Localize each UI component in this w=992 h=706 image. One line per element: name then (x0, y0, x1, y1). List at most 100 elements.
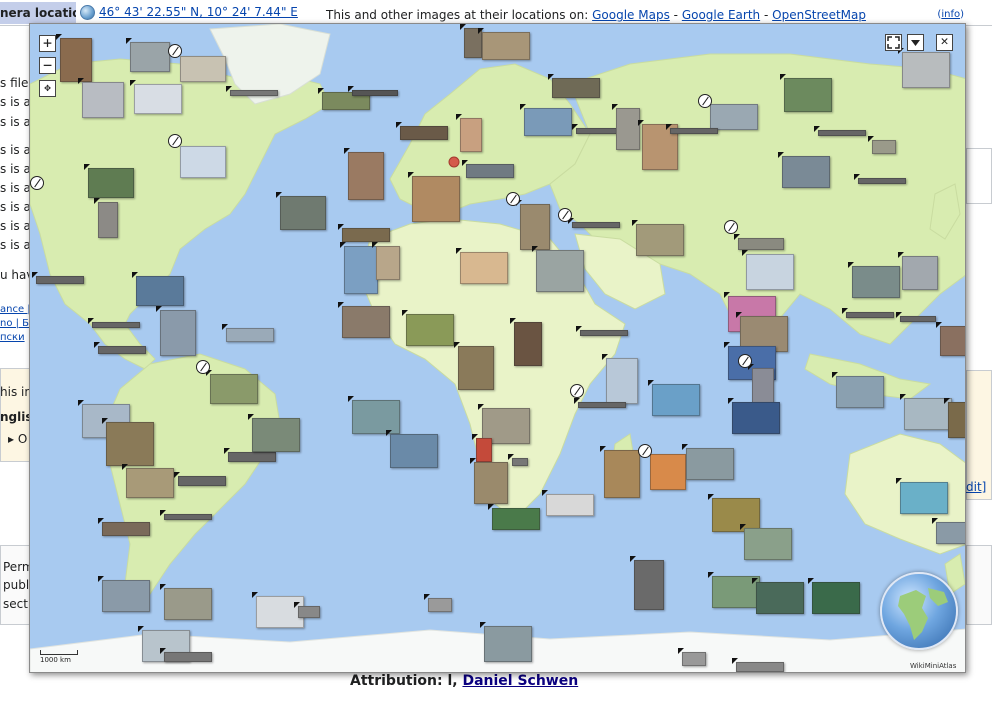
pan-button[interactable]: ✥ (39, 80, 56, 97)
photo-thumbnail[interactable] (898, 252, 938, 290)
photo-thumbnail[interactable] (646, 450, 686, 490)
photo-thumbnail[interactable] (778, 152, 830, 188)
photo-thumbnail[interactable] (532, 246, 584, 292)
photo-thumbnail[interactable] (372, 242, 400, 280)
photo-thumbnail[interactable] (752, 578, 804, 614)
photo-thumbnail[interactable] (932, 518, 965, 544)
photo-thumbnail[interactable] (896, 312, 936, 322)
compass-marker-icon[interactable] (570, 384, 584, 398)
compass-marker-icon[interactable] (168, 134, 182, 148)
photo-thumbnail[interactable] (338, 224, 390, 242)
photo-thumbnail[interactable] (678, 648, 706, 666)
photo-thumbnail[interactable] (456, 114, 482, 152)
photo-thumbnail[interactable] (480, 622, 532, 662)
compass-marker-icon[interactable] (698, 94, 712, 108)
photo-thumbnail[interactable] (160, 510, 212, 520)
compass-marker-icon[interactable] (506, 192, 520, 206)
language-link[interactable]: пски (0, 332, 25, 343)
google-maps-link[interactable]: Google Maps (592, 8, 670, 22)
google-earth-link[interactable]: Google Earth (682, 8, 760, 22)
compass-marker-icon[interactable] (638, 444, 652, 458)
photo-thumbnail[interactable] (854, 174, 906, 184)
photo-thumbnail[interactable] (632, 220, 684, 256)
photo-thumbnail[interactable] (98, 576, 150, 612)
photo-thumbnail[interactable] (814, 126, 866, 136)
photo-thumbnail[interactable] (456, 248, 508, 284)
globe-icon[interactable] (80, 5, 95, 20)
photo-thumbnail[interactable] (386, 430, 438, 468)
photo-thumbnail[interactable] (176, 142, 226, 178)
photo-thumbnail[interactable] (224, 448, 276, 462)
collapsed-item[interactable]: ▸ O (8, 432, 27, 446)
compass-marker-icon[interactable] (738, 354, 752, 368)
photo-thumbnail[interactable] (276, 192, 326, 230)
photo-thumbnail[interactable] (742, 250, 794, 290)
photo-thumbnail[interactable] (348, 86, 398, 96)
photo-thumbnail[interactable] (454, 342, 494, 390)
photo-thumbnail[interactable] (338, 302, 390, 338)
info-link[interactable]: info (941, 9, 960, 20)
compass-marker-icon[interactable] (558, 208, 572, 222)
zoom-out-button[interactable]: − (39, 57, 56, 74)
photo-thumbnail[interactable] (472, 434, 492, 462)
photo-thumbnail[interactable] (734, 234, 784, 250)
photo-thumbnail[interactable] (176, 52, 226, 82)
photo-thumbnail[interactable] (94, 198, 118, 238)
world-map-modal[interactable]: + − ✥ ✕ 1000 km WikiMiniAtlas (29, 23, 966, 673)
author-link[interactable]: Daniel Schwen (462, 673, 578, 689)
photo-thumbnail[interactable] (510, 318, 542, 366)
photo-thumbnail[interactable] (602, 354, 638, 404)
photo-thumbnail[interactable] (868, 136, 896, 154)
photo-thumbnail[interactable] (600, 446, 640, 498)
edit-link[interactable]: dit] (966, 480, 986, 494)
photo-thumbnail[interactable] (576, 326, 628, 336)
photo-thumbnail[interactable] (396, 122, 448, 140)
photo-thumbnail[interactable] (408, 172, 460, 222)
photo-thumbnail[interactable] (122, 464, 174, 498)
photo-thumbnail[interactable] (84, 164, 134, 198)
zoom-in-button[interactable]: + (39, 35, 56, 52)
photo-thumbnail[interactable] (488, 504, 540, 530)
photo-thumbnail[interactable] (94, 342, 146, 354)
language-link[interactable]: no | Б (0, 318, 29, 329)
photo-thumbnail[interactable] (78, 78, 124, 118)
photo-thumbnail[interactable] (130, 80, 182, 114)
photo-thumbnail[interactable] (808, 578, 860, 614)
photo-thumbnail[interactable] (344, 148, 384, 200)
photo-thumbnail[interactable] (706, 100, 758, 130)
photo-thumbnail[interactable] (88, 318, 140, 328)
photo-thumbnail[interactable] (568, 218, 620, 228)
photo-thumbnail[interactable] (470, 458, 508, 504)
photo-thumbnail[interactable] (896, 478, 948, 514)
photo-thumbnail[interactable] (156, 306, 196, 356)
photo-thumbnail[interactable] (132, 272, 184, 306)
photo-thumbnail[interactable] (842, 308, 894, 318)
photo-thumbnail[interactable] (780, 74, 832, 112)
photo-thumbnail[interactable] (32, 272, 84, 284)
photo-thumbnail[interactable] (174, 472, 226, 486)
coordinates-link[interactable]: 46° 43' 22.55" N, 10° 24' 7.44" E (99, 5, 298, 19)
photo-thumbnail[interactable] (516, 200, 550, 250)
photo-thumbnail[interactable] (294, 602, 320, 618)
photo-thumbnail[interactable] (348, 396, 400, 434)
location-marker[interactable] (448, 156, 460, 168)
photo-thumbnail[interactable] (98, 518, 150, 536)
compass-marker-icon[interactable] (30, 176, 44, 190)
photo-thumbnail[interactable] (424, 594, 452, 612)
photo-thumbnail[interactable] (206, 370, 258, 404)
photo-thumbnail[interactable] (402, 310, 454, 346)
photo-thumbnail[interactable] (630, 556, 664, 610)
photo-thumbnail[interactable] (340, 242, 378, 294)
photo-thumbnail[interactable] (252, 592, 304, 628)
photo-thumbnail[interactable] (832, 372, 884, 408)
photo-thumbnail[interactable] (542, 490, 594, 516)
photo-thumbnail[interactable] (848, 262, 900, 298)
photo-thumbnail[interactable] (648, 380, 700, 416)
photo-thumbnail[interactable] (160, 648, 212, 662)
photo-thumbnail[interactable] (462, 160, 514, 178)
photo-thumbnail[interactable] (612, 104, 640, 150)
photo-thumbnail[interactable] (226, 86, 278, 96)
photo-thumbnail[interactable] (898, 48, 950, 88)
photo-thumbnail[interactable] (508, 454, 528, 466)
compass-marker-icon[interactable] (196, 360, 210, 374)
